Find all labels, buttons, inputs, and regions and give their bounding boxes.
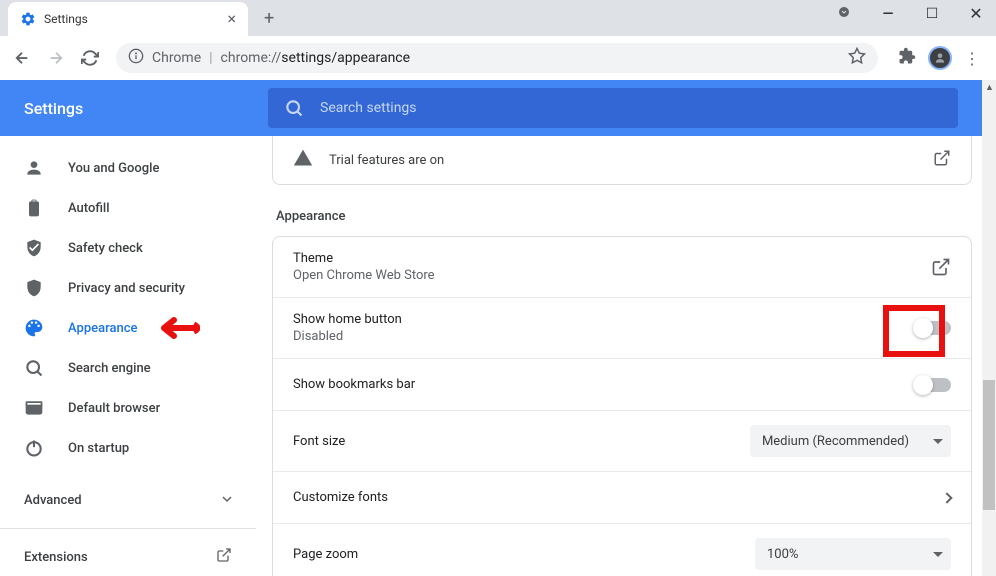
row-title: Font size [293, 434, 750, 449]
sidebar-item-label: On startup [68, 441, 129, 456]
external-link-icon[interactable] [931, 257, 951, 277]
row-bookmarks-bar: Show bookmarks bar [273, 359, 971, 411]
sidebar-item-label: Appearance [68, 321, 137, 336]
tab-bar: Settings × + — ☐ ✕ [0, 0, 996, 36]
sidebar-advanced[interactable]: Advanced [0, 480, 256, 520]
person-icon [24, 158, 44, 178]
palette-icon [24, 318, 44, 338]
select-value: Medium (Recommended) [762, 434, 909, 449]
row-title: Show home button [293, 312, 915, 327]
sidebar-item-label: You and Google [68, 161, 159, 176]
settings-header: Settings [0, 80, 982, 136]
shield-check-icon [24, 238, 44, 258]
scroll-up-icon[interactable]: ▲ [985, 82, 993, 90]
forward-button[interactable] [42, 44, 70, 72]
close-window-button[interactable]: ✕ [964, 4, 988, 23]
caret-down-icon[interactable] [832, 6, 856, 22]
new-tab-button[interactable]: + [256, 4, 282, 33]
row-customize-fonts[interactable]: Customize fonts [273, 472, 971, 524]
sidebar-item-default-browser[interactable]: Default browser [0, 388, 256, 428]
annotation-arrow [146, 316, 200, 344]
tab-title: Settings [44, 12, 219, 26]
external-link-icon[interactable] [933, 149, 951, 171]
window-controls: — ☐ ✕ [832, 4, 988, 23]
sidebar-item-on-startup[interactable]: On startup [0, 428, 256, 468]
row-title: Customize fonts [293, 490, 943, 505]
maximize-button[interactable]: ☐ [920, 6, 944, 22]
row-title: Page zoom [293, 547, 755, 562]
browser-icon [24, 398, 44, 418]
sidebar-item-label: Privacy and security [68, 281, 185, 296]
close-tab-icon[interactable]: × [227, 11, 236, 27]
sidebar-item-appearance[interactable]: Appearance [0, 308, 256, 348]
row-font-size: Font size Medium (Recommended) [273, 411, 971, 472]
site-info-icon[interactable] [128, 48, 144, 68]
warning-icon [293, 148, 313, 172]
sidebar-item-label: Autofill [68, 201, 110, 216]
divider [0, 528, 256, 529]
sidebar-item-privacy[interactable]: Privacy and security [0, 268, 256, 308]
chevron-right-icon [941, 492, 952, 503]
power-icon [24, 438, 44, 458]
sidebar-item-label: Default browser [68, 401, 160, 416]
external-link-icon [216, 547, 232, 567]
toolbar-extensions: ⋮ [890, 46, 988, 70]
trial-features-banner[interactable]: Trial features are on [272, 136, 972, 185]
sidebar-item-label: Safety check [68, 241, 143, 256]
sidebar-item-search-engine[interactable]: Search engine [0, 348, 256, 388]
bookmarks-bar-toggle[interactable] [915, 378, 951, 392]
shield-icon [24, 278, 44, 298]
dropdown-arrow-icon [933, 439, 943, 444]
chevron-down-icon [222, 493, 232, 508]
bookmark-star-icon[interactable] [848, 47, 866, 69]
reload-button[interactable] [76, 44, 104, 72]
sidebar-item-label: Search engine [68, 361, 151, 376]
profile-avatar[interactable] [928, 46, 952, 70]
section-title: Appearance [276, 209, 972, 224]
advanced-label: Advanced [24, 493, 82, 508]
back-button[interactable] [8, 44, 36, 72]
header-title: Settings [0, 99, 256, 118]
settings-gear-icon [20, 11, 36, 27]
search-input[interactable] [320, 100, 942, 116]
sidebar-item-safety-check[interactable]: Safety check [0, 228, 256, 268]
browser-toolbar: Chrome | chrome://settings/appearance ⋮ [0, 36, 996, 80]
banner-text: Trial features are on [329, 153, 444, 168]
search-settings-box[interactable] [268, 88, 958, 128]
row-show-home-button: Show home button Disabled [273, 298, 971, 359]
row-title: Theme [293, 251, 931, 266]
annotation-highlight-box [883, 305, 945, 357]
chrome-menu-icon[interactable]: ⋮ [964, 49, 980, 68]
select-value: 100% [767, 547, 798, 562]
address-bar[interactable]: Chrome | chrome://settings/appearance [116, 43, 878, 73]
clipboard-icon [24, 198, 44, 218]
row-theme[interactable]: Theme Open Chrome Web Store [273, 237, 971, 298]
minimize-button[interactable]: — [876, 6, 900, 22]
sidebar-item-you-and-google[interactable]: You and Google [0, 148, 256, 188]
appearance-card: Theme Open Chrome Web Store Show home bu… [272, 236, 972, 576]
sidebar-extensions[interactable]: Extensions [0, 537, 256, 576]
row-title: Show bookmarks bar [293, 377, 915, 392]
search-icon [24, 358, 44, 378]
search-icon [284, 98, 304, 118]
sidebar: You and Google Autofill Safety check Pri… [0, 80, 256, 576]
address-scheme: Chrome [152, 50, 201, 66]
page-zoom-select[interactable]: 100% [755, 538, 951, 570]
browser-tab[interactable]: Settings × [8, 2, 248, 36]
extensions-label: Extensions [24, 550, 88, 565]
row-sub: Open Chrome Web Store [293, 268, 931, 283]
browser-chrome: Settings × + — ☐ ✕ Chrome | chrome://set… [0, 0, 996, 80]
row-page-zoom: Page zoom 100% [273, 524, 971, 576]
row-sub: Disabled [293, 329, 915, 344]
scrollbar-thumb[interactable] [983, 380, 995, 510]
dropdown-arrow-icon [933, 552, 943, 557]
sidebar-item-autofill[interactable]: Autofill [0, 188, 256, 228]
font-size-select[interactable]: Medium (Recommended) [750, 425, 951, 457]
extensions-puzzle-icon[interactable] [898, 47, 916, 69]
